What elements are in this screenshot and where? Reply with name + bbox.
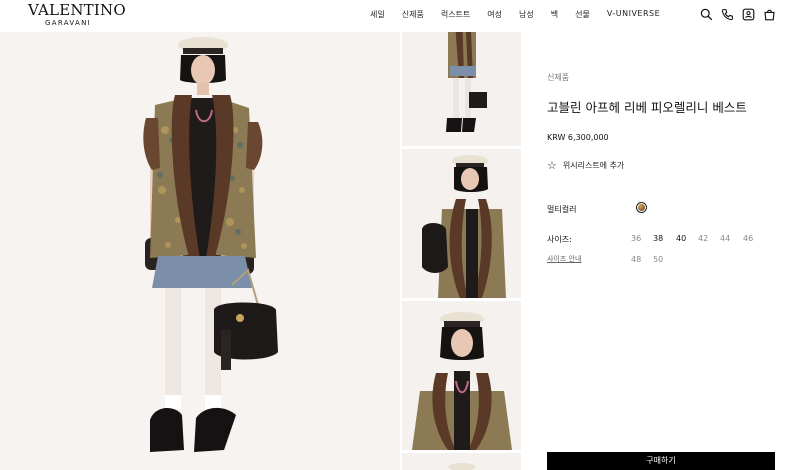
thumbnail-2-illustration [402,149,521,298]
main-nav: 세일 신제품 럭스트트 여성 남성 백 선물 V-UNIVERSE [370,9,677,20]
thumbnail-strip [402,0,521,470]
nav-item-sale[interactable]: 세일 [370,9,385,20]
size-option-46[interactable]: 46 [743,234,753,243]
brand-logo[interactable]: VALENTINO GARAVANI [28,1,126,28]
thumbnail-4[interactable] [402,453,521,470]
header-icons [700,8,784,21]
product-title: 고블린 아프헤 리베 피오렐리니 베스트 [547,100,747,115]
nav-item-luxury[interactable]: 럭스트트 [441,9,470,20]
color-label: 멀티컬러 [547,205,577,214]
site-header: VALENTINO GARAVANI 세일 신제품 럭스트트 여성 남성 백 선… [0,0,800,32]
search-icon[interactable] [700,8,713,21]
brand-name: VALENTINO [28,1,126,19]
main-product-image[interactable] [0,0,400,470]
nav-item-gifts[interactable]: 선물 [575,9,590,20]
product-category[interactable]: 신제품 [547,72,569,83]
thumbnail-4-illustration [402,453,521,470]
star-icon: ☆ [547,158,557,172]
thumbnail-3[interactable] [402,301,521,450]
size-option-36[interactable]: 36 [631,234,641,243]
size-option-50[interactable]: 50 [653,255,663,264]
size-option-48[interactable]: 48 [631,255,641,264]
product-price: KRW 6,300,000 [547,133,609,142]
color-swatch-multicolor[interactable] [636,202,647,213]
account-icon[interactable] [742,8,755,21]
nav-item-new[interactable]: 신제품 [402,9,424,20]
thumbnail-3-illustration [402,301,521,450]
color-swatch-fill [638,204,645,211]
nav-item-v-universe[interactable]: V-UNIVERSE [607,9,660,20]
nav-item-women[interactable]: 여성 [487,9,502,20]
model-illustration [0,0,400,470]
size-option-44[interactable]: 44 [720,234,730,243]
bag-icon[interactable] [763,8,776,21]
nav-item-bags[interactable]: 백 [551,9,558,20]
size-label: 사이즈: [547,235,572,244]
size-option-38[interactable]: 38 [653,234,663,243]
wishlist-label: 위시리스트에 추가 [562,161,625,170]
add-to-wishlist-button[interactable]: ☆ 위시리스트에 추가 [547,160,624,171]
size-option-42[interactable]: 42 [698,234,708,243]
product-info-panel: 신제품 고블린 아프헤 리베 피오렐리니 베스트 KRW 6,300,000 ☆… [547,0,777,470]
size-option-40[interactable]: 40 [676,234,686,243]
brand-sub: GARAVANI [45,19,91,27]
thumbnail-2[interactable] [402,149,521,298]
phone-icon[interactable] [721,8,734,21]
size-guide-link[interactable]: 사이즈 안내 [547,254,581,264]
buy-button[interactable]: 구매하기 [547,452,775,470]
nav-item-men[interactable]: 남성 [519,9,534,20]
